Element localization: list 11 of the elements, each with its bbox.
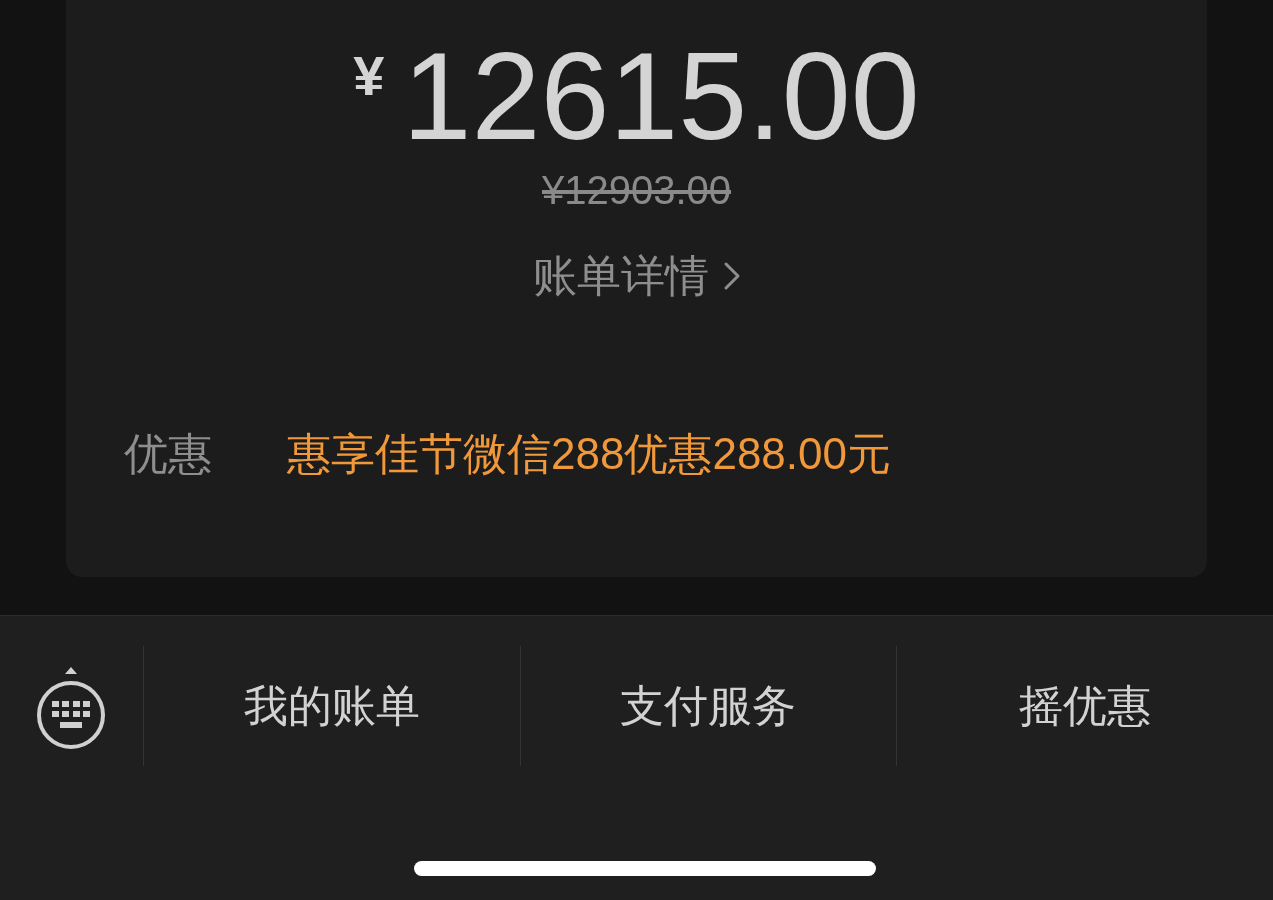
discount-value: 惠享佳节微信288优惠288.00元	[287, 432, 891, 476]
bill-details-link[interactable]: 账单详情	[532, 254, 741, 298]
chevron-right-icon	[722, 261, 741, 291]
payment-amount: 12615.00	[402, 34, 920, 158]
original-price: ¥12903.00	[541, 170, 732, 210]
menu-button[interactable]: 我的账单	[243, 684, 420, 728]
keyboard-icon[interactable]	[35, 666, 108, 750]
discount-label: 优惠	[124, 432, 213, 476]
menu-button[interactable]: 支付服务	[620, 684, 797, 728]
menu-button[interactable]: 摇优惠	[1019, 684, 1152, 728]
currency-symbol: ¥	[353, 48, 385, 104]
